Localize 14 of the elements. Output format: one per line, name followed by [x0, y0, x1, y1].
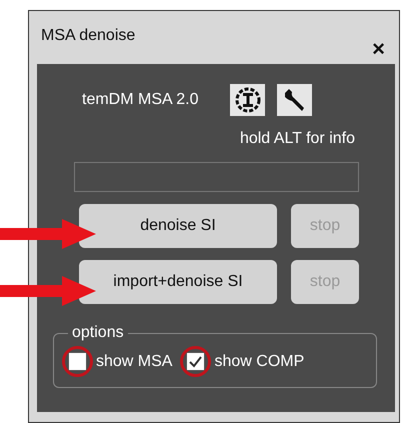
- plugin-title: temDM MSA 2.0: [82, 91, 198, 109]
- checkbox[interactable]: [68, 352, 87, 371]
- window-title: MSA denoise: [41, 27, 136, 46]
- group-label: options: [71, 324, 125, 342]
- hint-text: hold ALT for info: [240, 130, 355, 148]
- close-button[interactable]: ×: [372, 33, 385, 64]
- action-button[interactable]: denoise SI: [79, 204, 277, 248]
- info-icon: [234, 86, 262, 114]
- settings-button[interactable]: [277, 84, 312, 116]
- checkbox[interactable]: [186, 352, 206, 371]
- action-button[interactable]: import+denoise SI: [79, 260, 277, 304]
- info-button[interactable]: [230, 84, 266, 116]
- checkbox-label: show MSA: [96, 352, 172, 370]
- checkbox-label: show COMP: [214, 352, 304, 370]
